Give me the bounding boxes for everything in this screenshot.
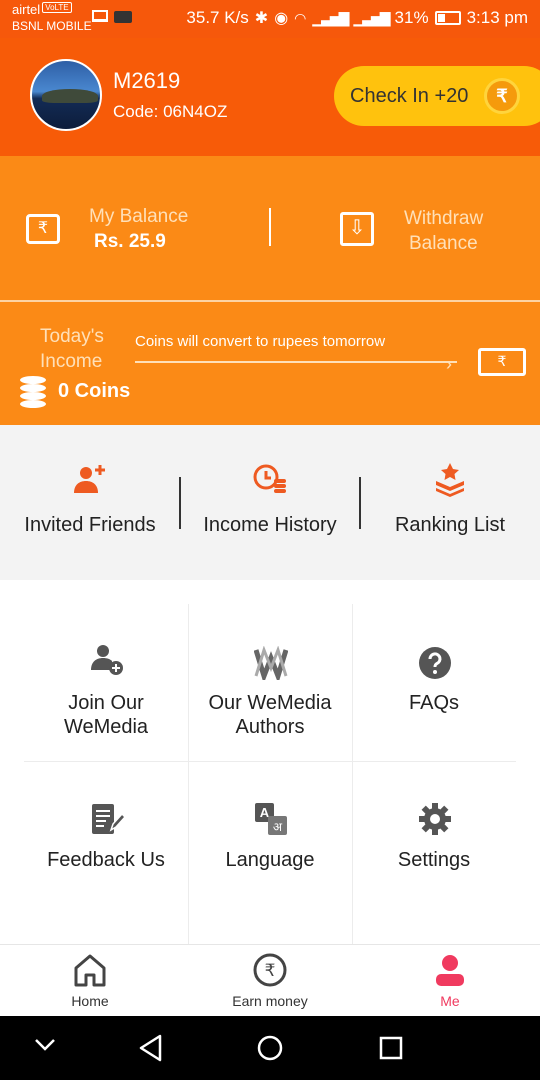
faqs-button[interactable]: FAQs [352, 604, 516, 761]
withdraw-balance-button[interactable]: ⇩ Withdraw Balance [271, 156, 540, 300]
wemedia-authors-line1: Our WeMedia [208, 692, 332, 714]
my-balance-section[interactable]: ₹ My Balance Rs. 25.9 [0, 156, 269, 300]
language-button[interactable]: Aअ Language [188, 762, 352, 944]
system-navigation-bar [0, 1016, 540, 1080]
carrier-secondary: BSNL MOBILE [12, 19, 92, 33]
svg-text:अ: अ [273, 820, 283, 834]
eye-icon: ◉ [274, 10, 289, 27]
income-label-line1: Today's [40, 326, 104, 347]
feedback-button[interactable]: Feedback Us [24, 762, 188, 944]
ranking-list-button[interactable]: Ranking List [360, 425, 540, 580]
carrier-primary: airtel VoLTE [12, 2, 72, 17]
laptop-icon [92, 10, 108, 22]
chevron-down-icon[interactable] [34, 1038, 56, 1057]
wifi-icon: ◠ [294, 9, 307, 26]
clock-coins-icon [252, 461, 288, 497]
wemedia-logo-icon [253, 645, 289, 684]
withdraw-label: Withdraw Balance [404, 206, 483, 256]
username: M2619 [113, 68, 181, 93]
status-right: 35.7 K/s ✱ ◉ ◠ ▁▃▅▇ ▁▃▅▇ 31% 3:13 pm [186, 8, 528, 28]
clock-time: 3:13 pm [466, 8, 528, 27]
join-wemedia-line1: Join Our [68, 692, 144, 714]
invited-friends-label: Invited Friends [24, 514, 156, 536]
avatar[interactable] [30, 59, 102, 131]
arrow-right-icon: › [446, 354, 452, 374]
stats-row: Invited Friends Income History Ranking L… [0, 425, 540, 580]
nav-home[interactable]: Home [0, 945, 180, 1017]
settings-button[interactable]: Settings [352, 762, 516, 944]
back-icon[interactable] [138, 1034, 164, 1067]
wemedia-authors-label: Our WeMedia Authors [188, 691, 352, 739]
income-history-button[interactable]: Income History [180, 425, 360, 580]
volte-badge: VoLTE [42, 2, 72, 13]
coin-stack-icon [20, 376, 46, 408]
svg-text:₹: ₹ [265, 961, 276, 981]
today-income-panel: Today's Income 0 Coins Coins will conver… [0, 302, 540, 425]
check-in-button[interactable]: Check In +20 ₹ [334, 66, 540, 126]
settings-label: Settings [397, 849, 471, 871]
nav-earn-money[interactable]: ₹ Earn money [180, 945, 360, 1017]
withdraw-icon: ⇩ [340, 212, 374, 246]
network-speed: 35.7 K/s [186, 8, 249, 27]
faqs-label: FAQs [408, 692, 459, 714]
balance-panel: ₹ My Balance Rs. 25.9 ⇩ Withdraw Balance [0, 156, 540, 302]
nav-me[interactable]: Me [360, 945, 540, 1017]
battery-percent: 31% [394, 8, 429, 27]
profile-header: M2619 Code: 06N4OZ Check In +20 ₹ [0, 38, 540, 156]
wemedia-authors-line2: Authors [235, 716, 305, 738]
nav-home-label: Home [71, 993, 109, 1009]
invited-friends-button[interactable]: Invited Friends [0, 425, 180, 580]
join-wemedia-label: Join Our WeMedia [24, 691, 188, 739]
withdraw-label-line2: Balance [409, 233, 478, 254]
rupee-icon: ₹ [252, 953, 288, 987]
battery-icon [434, 11, 461, 25]
language-label: Language [225, 849, 315, 871]
home-circle-icon[interactable] [257, 1035, 283, 1066]
invite-code: Code: 06N4OZ [113, 102, 228, 121]
nav-me-label: Me [440, 993, 460, 1009]
cash-icon: ₹ [478, 348, 526, 376]
join-wemedia-line2: WeMedia [63, 716, 149, 738]
ranking-star-icon [432, 461, 468, 497]
add-person-icon [90, 642, 124, 676]
my-balance-label: My Balance [89, 206, 189, 227]
my-balance-value: Rs. 25.9 [94, 231, 166, 252]
today-income-label: Today's Income [40, 324, 104, 374]
feedback-label: Feedback Us [47, 849, 165, 871]
recents-icon[interactable] [379, 1036, 403, 1065]
translate-icon: Aअ [254, 802, 288, 836]
gear-icon [418, 802, 452, 836]
status-bar: airtel VoLTE BSNL MOBILE 35.7 K/s ✱ ◉ ◠ ▁… [0, 0, 540, 38]
feedback-icon [90, 802, 127, 836]
join-wemedia-button[interactable]: Join Our WeMedia [24, 604, 188, 761]
check-in-label: Check In +20 [350, 84, 469, 107]
income-history-label: Income History [203, 514, 337, 536]
wallet-icon: ₹ [26, 214, 60, 244]
person-icon [432, 953, 468, 987]
arrow-line [135, 361, 457, 363]
bottom-navigation: Home ₹ Earn money Me [0, 944, 540, 1016]
app-notification-icon [114, 11, 132, 23]
nav-earn-money-label: Earn money [232, 993, 308, 1009]
wemedia-authors-button[interactable]: Our WeMedia Authors [188, 604, 352, 761]
bluetooth-icon: ✱ [254, 10, 269, 27]
add-user-icon [72, 461, 108, 497]
menu-grid: Join Our WeMedia Our WeMedia Authors FAQ… [0, 580, 540, 944]
home-icon [72, 953, 108, 987]
ranking-list-label: Ranking List [394, 514, 506, 536]
conversion-note: Coins will convert to rupees tomorrow [135, 333, 386, 350]
income-label-line2: Income [40, 351, 103, 372]
withdraw-label-line1: Withdraw [404, 208, 484, 229]
signal-icon: ▁▃▅▇ [312, 9, 349, 26]
question-icon [418, 646, 452, 680]
today-coins-value: 0 Coins [58, 380, 131, 402]
rupee-coin-icon: ₹ [484, 78, 520, 114]
signal-icon-2: ▁▃▅▇ [353, 9, 390, 26]
